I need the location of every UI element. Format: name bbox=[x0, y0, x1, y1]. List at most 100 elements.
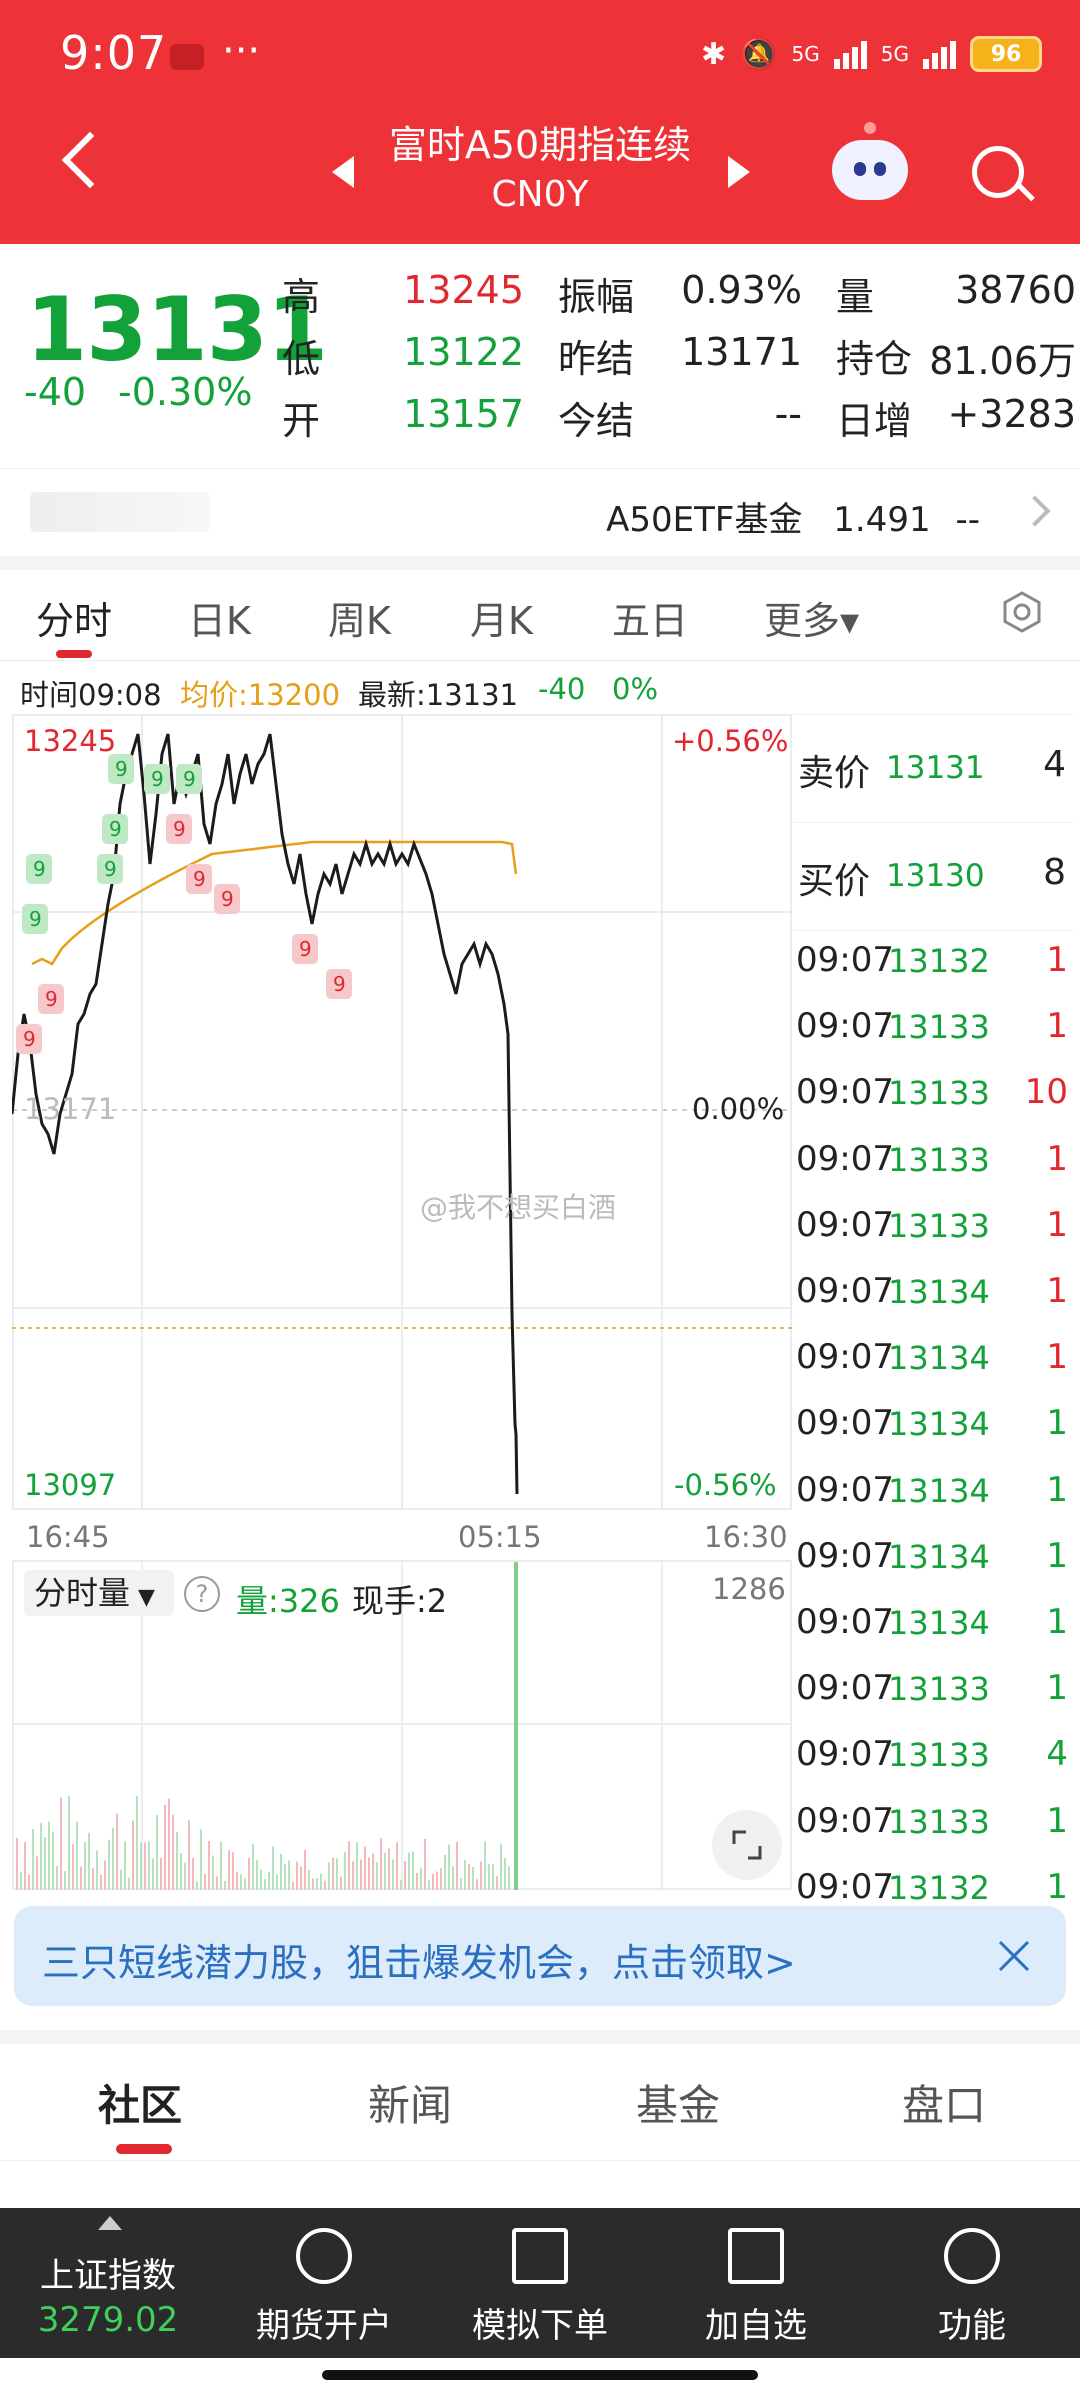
search-icon[interactable] bbox=[972, 146, 1024, 198]
tick-price: 13133 bbox=[888, 1074, 990, 1113]
tab-weekly-k[interactable]: 周K bbox=[328, 590, 391, 645]
index-ticker[interactable]: 上证指数 3279.02 bbox=[0, 2208, 216, 2358]
add-watchlist-label: 加自选 bbox=[705, 2306, 807, 2346]
volume-bar bbox=[372, 1853, 374, 1890]
status-more-icon: ··· bbox=[222, 28, 261, 74]
etf-price: 1.491 bbox=[833, 500, 931, 540]
low-label: 低 bbox=[282, 337, 321, 381]
tab-daily-k[interactable]: 日K bbox=[188, 590, 251, 645]
tick-row: 09:07 13133 10 bbox=[796, 1062, 1068, 1128]
volume-bar bbox=[324, 1880, 326, 1890]
volume-bar bbox=[140, 1842, 142, 1890]
tab-monthly-k[interactable]: 月K bbox=[470, 590, 533, 645]
tab-intraday[interactable]: 分时 bbox=[36, 590, 112, 645]
prev-settle-value: 13171 bbox=[681, 330, 802, 374]
etf-name: A50ETF基金 bbox=[606, 500, 803, 540]
volume-bar bbox=[436, 1871, 438, 1890]
volume-bar bbox=[292, 1881, 294, 1890]
volume-bar bbox=[284, 1863, 286, 1890]
expand-up-icon bbox=[98, 2216, 122, 2230]
tick-list[interactable]: 09:07 13132 1 09:07 13133 1 09:07 13133 10 09:07 1… bbox=[0, 0, 1080, 1907]
ask-label: 卖价 bbox=[798, 753, 871, 794]
tab-order-book[interactable]: 盘口 bbox=[902, 2072, 986, 2133]
signal-marker-label: 9 bbox=[183, 767, 196, 791]
volume-bar bbox=[496, 1876, 498, 1890]
volume-bar bbox=[280, 1853, 282, 1890]
volume-selector[interactable]: 分时量 ▼ bbox=[24, 1570, 174, 1616]
tick-price: 13133 bbox=[888, 1140, 990, 1179]
volume-bar bbox=[364, 1846, 366, 1890]
simulated-order-button[interactable]: 模拟下单 bbox=[432, 2208, 648, 2358]
tick-row: 09:07 13134 1 bbox=[796, 1327, 1068, 1393]
signal-markers: 999999 99999999 bbox=[16, 754, 352, 1054]
help-icon[interactable]: ? bbox=[184, 1576, 220, 1612]
notification-app-icon bbox=[170, 44, 204, 70]
volume-bar bbox=[248, 1857, 250, 1890]
document-icon bbox=[512, 2228, 568, 2284]
tab-more[interactable]: 更多▾ bbox=[764, 590, 859, 645]
volume-bar bbox=[60, 1797, 62, 1890]
intraday-chart[interactable]: 999999 99999999 bbox=[12, 714, 792, 1512]
volume-bar bbox=[308, 1869, 310, 1890]
volume-bar bbox=[500, 1843, 502, 1890]
settings-hexagon-icon[interactable] bbox=[1000, 590, 1044, 634]
search-icon-handle bbox=[1017, 183, 1035, 202]
tab-fund[interactable]: 基金 bbox=[636, 2072, 720, 2133]
tick-time: 09:07 bbox=[796, 1535, 894, 1576]
battery-icon: 96 bbox=[970, 36, 1042, 72]
volume-max: 1286 bbox=[712, 1572, 786, 1606]
tab-news[interactable]: 新闻 bbox=[368, 2072, 452, 2133]
signal-marker-label: 9 bbox=[33, 857, 46, 881]
assistant-robot-icon[interactable] bbox=[832, 122, 908, 200]
volume-bar bbox=[244, 1878, 246, 1890]
volume-bar bbox=[144, 1842, 146, 1890]
volume-bar bbox=[424, 1838, 426, 1890]
volume-bar bbox=[56, 1866, 58, 1890]
volume-bar bbox=[20, 1871, 22, 1890]
robot-antenna bbox=[864, 122, 876, 134]
status-icons: ✱ 🔕 5G 5G 96 bbox=[701, 36, 1042, 72]
add-watchlist-button[interactable]: 加自选 bbox=[648, 2208, 864, 2358]
tick-time: 09:07 bbox=[796, 1271, 894, 1311]
back-icon[interactable] bbox=[61, 131, 119, 189]
tick-qty: 1 bbox=[1046, 1204, 1068, 1245]
volume-bar bbox=[152, 1858, 154, 1890]
price-change-pct: -0.30% bbox=[118, 370, 253, 414]
next-contract-icon[interactable] bbox=[728, 156, 750, 188]
promo-banner-text[interactable]: 三只短线潜力股，狙击爆发机会，点击领取> bbox=[42, 1932, 796, 1987]
home-indicator[interactable] bbox=[322, 2370, 758, 2380]
tab-community[interactable]: 社区 bbox=[98, 2072, 182, 2133]
volume-bar bbox=[180, 1852, 182, 1890]
tick-price: 13133 bbox=[888, 1206, 990, 1245]
high-value: 13245 bbox=[403, 268, 524, 312]
bottom-tab-divider bbox=[0, 2160, 1080, 2161]
pct-axis-mid: 0.00% bbox=[692, 1092, 785, 1126]
tick-price: 13134 bbox=[888, 1471, 990, 1510]
open-futures-account-button[interactable]: 期货开户 bbox=[216, 2208, 432, 2358]
functions-button[interactable]: 功能 bbox=[864, 2208, 1080, 2358]
volume-bar bbox=[432, 1873, 434, 1890]
tab-five-day[interactable]: 五日 bbox=[612, 590, 688, 645]
signal-marker-label: 9 bbox=[45, 987, 58, 1011]
open-value: 13157 bbox=[403, 392, 524, 436]
volume-bar bbox=[204, 1873, 206, 1890]
volume-bar bbox=[208, 1840, 210, 1890]
volume-bar bbox=[132, 1820, 134, 1890]
volume-bar bbox=[252, 1844, 254, 1890]
x-axis-mid: 05:15 bbox=[458, 1520, 542, 1554]
etf-info[interactable]: A50ETF基金 1.491 -- bbox=[606, 492, 980, 541]
volume-bar bbox=[224, 1880, 226, 1890]
volume-bar bbox=[76, 1821, 78, 1890]
volume-bar bbox=[508, 1866, 510, 1890]
volume-bar bbox=[80, 1866, 82, 1890]
y-axis-top: 13245 bbox=[24, 724, 117, 758]
tick-qty: 1 bbox=[1046, 1271, 1068, 1311]
volume-bar bbox=[260, 1869, 262, 1890]
bottom-action-bar: 上证指数 3279.02 期货开户 模拟下单 加自选 功能 bbox=[0, 2208, 1080, 2358]
expand-icon[interactable] bbox=[712, 1810, 782, 1880]
volume-bar bbox=[416, 1872, 418, 1890]
pct-axis-top: +0.56% bbox=[672, 724, 789, 758]
volume-bar bbox=[216, 1876, 218, 1890]
close-icon[interactable] bbox=[996, 1938, 1032, 1974]
volume-bar bbox=[468, 1863, 470, 1890]
